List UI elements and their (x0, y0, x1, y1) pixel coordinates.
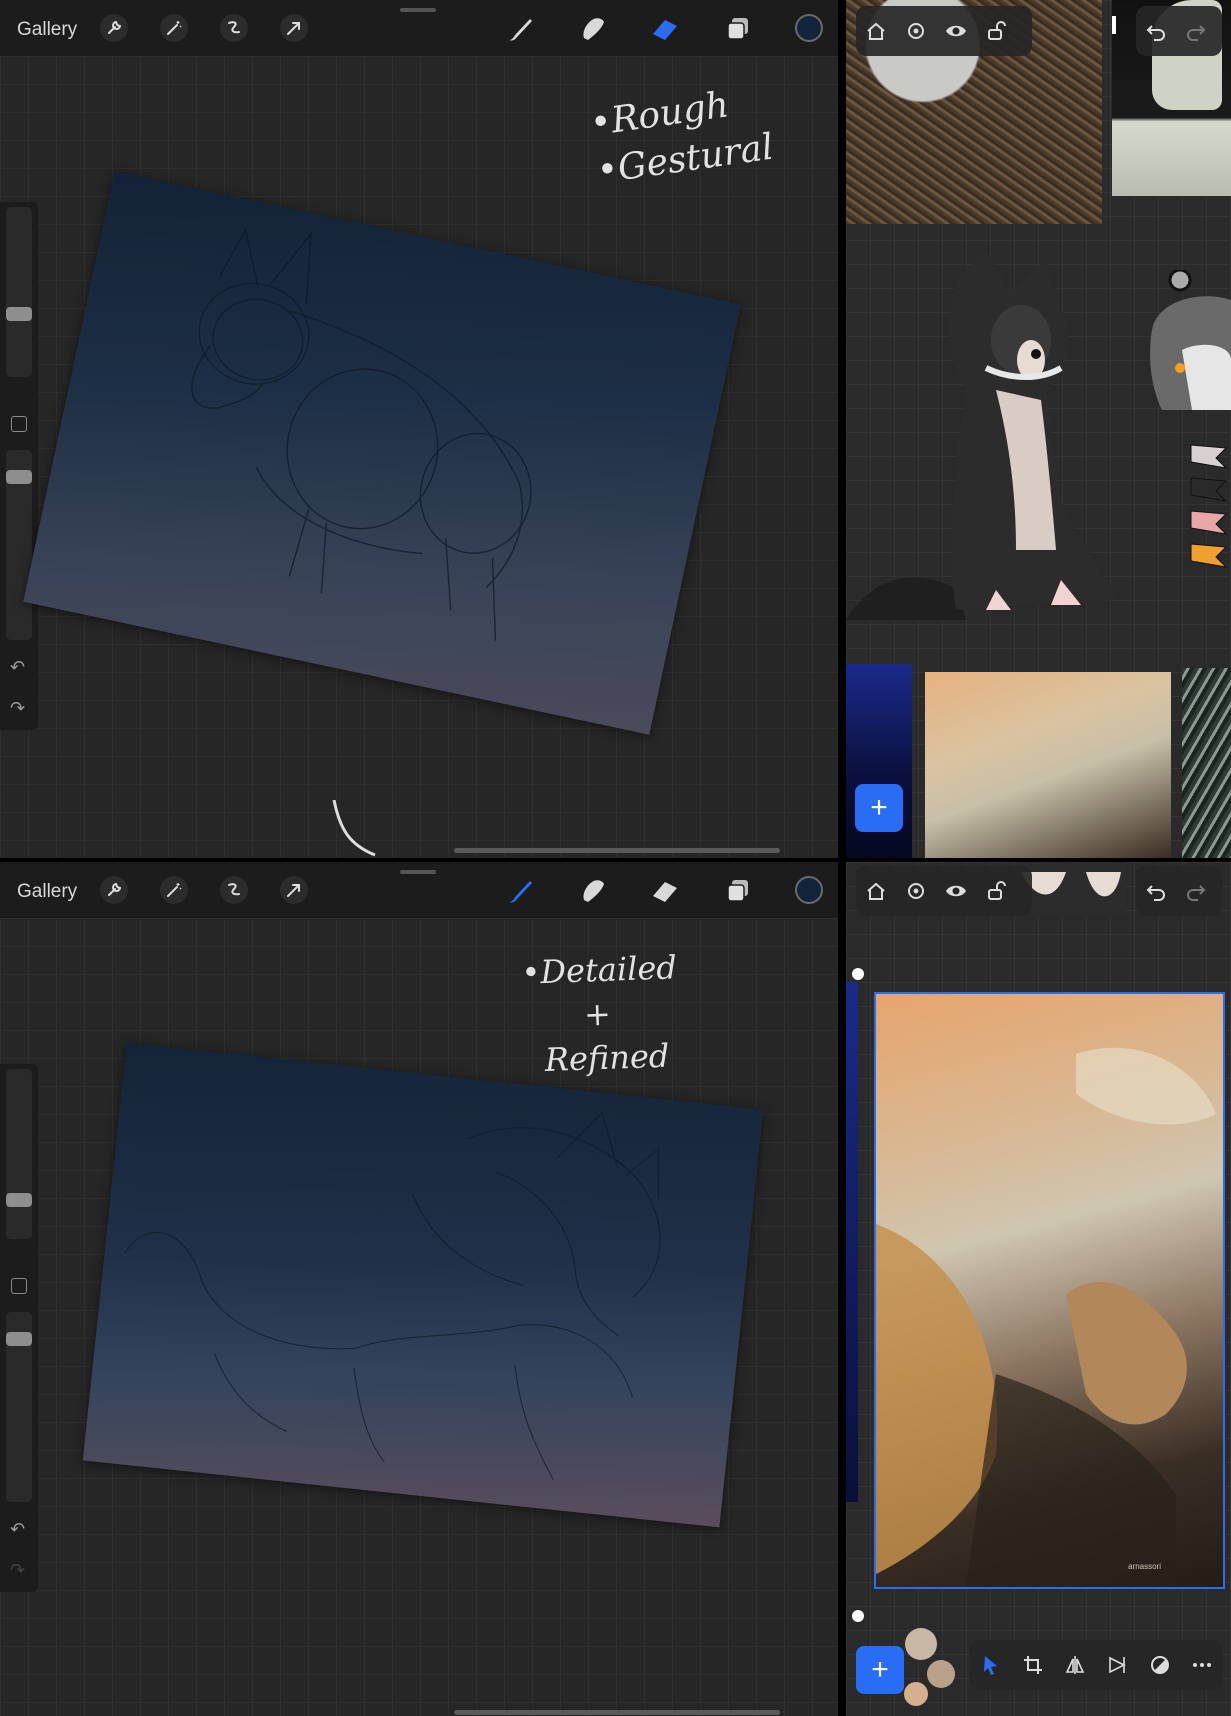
brush-icon[interactable] (503, 874, 537, 908)
gallery-button[interactable]: Gallery (17, 19, 77, 41)
more-icon[interactable] (1182, 1645, 1222, 1685)
flip-vertical-icon[interactable] (1098, 1645, 1138, 1685)
paws-illustration (1021, 872, 1121, 897)
color-icon[interactable] (795, 14, 823, 42)
lock-icon[interactable] (976, 11, 1016, 51)
procreate-window-top: Gallery ↶ ↷ •Rough •Gestural (0, 0, 838, 858)
reference-trees-thumb[interactable] (1182, 668, 1231, 858)
sidebar: ↶ ↷ (0, 1064, 38, 1592)
color-icon[interactable] (795, 876, 823, 904)
procreate-window-bottom: Gallery ↶ ↷ •Detailed + Refined (0, 862, 838, 1716)
annotation-note-bottom: •Detailed + Refined (520, 948, 678, 1080)
dog-paws-partial (1016, 862, 1126, 916)
modify-button[interactable] (11, 416, 27, 432)
layers-icon[interactable] (721, 874, 755, 908)
rough-wolf-sketch (191, 227, 532, 641)
magic-wand-icon[interactable] (160, 14, 188, 42)
brush-swatch-thumb[interactable] (896, 1624, 976, 1716)
selection-handle-bottom[interactable] (852, 1610, 864, 1622)
brush-size-thumb[interactable] (6, 1193, 32, 1207)
winged-wolf-painting (876, 1047, 1216, 1587)
color-swatch-stack[interactable] (1186, 440, 1231, 580)
redo-icon[interactable]: ↷ (10, 1560, 25, 1581)
opacity-slider[interactable] (6, 450, 32, 640)
artwork-canvas[interactable] (23, 171, 741, 735)
crop-icon[interactable] (1013, 1645, 1053, 1685)
brush-size-slider[interactable] (6, 1069, 32, 1239)
eye-icon[interactable] (936, 11, 976, 51)
horizontal-scrollbar[interactable] (454, 848, 780, 853)
redo-icon[interactable] (1176, 871, 1216, 911)
sidebar: ↶ ↷ (0, 202, 38, 730)
selection-icon[interactable] (220, 876, 248, 904)
reference-board-bottom: arnassori + (846, 862, 1231, 1716)
select-icon[interactable] (971, 1645, 1011, 1685)
add-reference-button[interactable]: + (856, 1646, 904, 1694)
reference-gradient-strip[interactable] (846, 982, 858, 1502)
undo-icon[interactable]: ↶ (10, 657, 25, 678)
eraser-icon[interactable] (648, 874, 682, 908)
brush-size-thumb[interactable] (6, 307, 32, 321)
undo-redo-toolbar (1136, 866, 1222, 916)
magic-wand-icon[interactable] (160, 876, 188, 904)
window-grabber[interactable] (400, 8, 436, 12)
undo-redo-toolbar (1136, 6, 1222, 56)
home-icon[interactable] (856, 871, 896, 911)
opacity-thumb[interactable] (6, 470, 32, 484)
layers-icon[interactable] (721, 12, 755, 46)
brush-icon[interactable] (503, 12, 537, 46)
artwork-canvas[interactable] (82, 1042, 764, 1528)
reference-board-top: + (846, 0, 1231, 858)
adjust-icon[interactable] (1140, 1645, 1180, 1685)
horizontal-scrollbar[interactable] (454, 1710, 780, 1715)
wrench-icon[interactable] (100, 876, 128, 904)
transform-arrow-icon[interactable] (280, 876, 308, 904)
selection-icon[interactable] (220, 14, 248, 42)
redo-icon[interactable]: ↷ (10, 698, 25, 719)
selected-reference-painting[interactable]: arnassori (874, 992, 1225, 1589)
reference-dog-character[interactable] (846, 250, 1146, 630)
window-grabber[interactable] (400, 870, 436, 874)
refined-dog-lineart (124, 1111, 661, 1480)
reference-dog-headshot[interactable] (1142, 270, 1231, 420)
flip-horizontal-icon[interactable] (1055, 1645, 1095, 1685)
split-divider-horizontal[interactable] (0, 858, 1231, 862)
reference-toolbar (856, 6, 1032, 56)
opacity-slider[interactable] (6, 1312, 32, 1502)
toolbar: Gallery (0, 862, 838, 918)
image-edit-toolbar (970, 1640, 1223, 1690)
arrow-annotation (332, 800, 376, 857)
redo-icon[interactable] (1176, 11, 1216, 51)
opacity-thumb[interactable] (6, 1332, 32, 1346)
smudge-icon[interactable] (576, 874, 610, 908)
add-reference-button[interactable]: + (855, 784, 903, 832)
modify-button[interactable] (11, 1278, 27, 1294)
eraser-icon[interactable] (648, 12, 682, 46)
brush-swatches (904, 1628, 955, 1706)
brush-size-slider[interactable] (6, 207, 32, 377)
swatch-arrows (1190, 444, 1228, 568)
undo-icon[interactable] (1136, 11, 1176, 51)
selection-handle-top[interactable] (852, 968, 864, 980)
undo-icon[interactable]: ↶ (10, 1519, 25, 1540)
reference-toolbar (856, 866, 1032, 916)
text-cursor (1112, 16, 1116, 34)
lock-icon[interactable] (976, 871, 1016, 911)
settings-icon[interactable] (896, 11, 936, 51)
settings-icon[interactable] (896, 871, 936, 911)
reference-painting-thumb[interactable] (925, 672, 1171, 858)
transform-arrow-icon[interactable] (280, 14, 308, 42)
smudge-icon[interactable] (576, 12, 610, 46)
home-icon[interactable] (856, 11, 896, 51)
annotation-note-top: •Rough •Gestural (587, 84, 776, 192)
dog-headshot-illustration (1150, 270, 1231, 410)
undo-icon[interactable] (1136, 871, 1176, 911)
toolbar: Gallery (0, 0, 838, 56)
eye-icon[interactable] (936, 871, 976, 911)
dog-character-illustration (846, 250, 1116, 620)
wrench-icon[interactable] (100, 14, 128, 42)
artwork-signature: arnassori (1128, 1562, 1161, 1571)
gallery-button[interactable]: Gallery (17, 881, 77, 903)
